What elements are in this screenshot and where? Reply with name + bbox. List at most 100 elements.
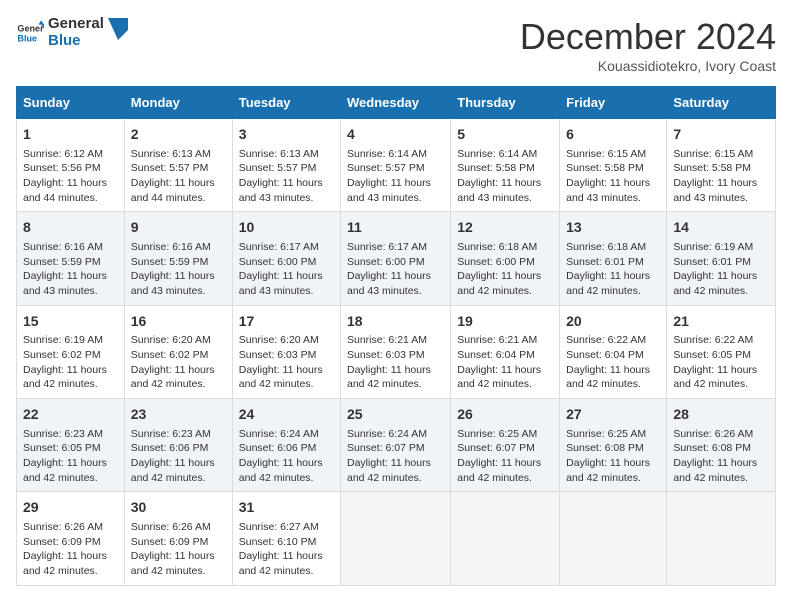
daylight-label: Daylight: 11 hours and 42 minutes. <box>23 457 107 484</box>
title-section: December 2024 Kouassidiotekro, Ivory Coa… <box>520 16 776 74</box>
calendar-cell: 29 Sunrise: 6:26 AM Sunset: 6:09 PM Dayl… <box>17 492 125 585</box>
day-number: 12 <box>457 218 553 238</box>
daylight-label: Daylight: 11 hours and 42 minutes. <box>23 550 107 577</box>
sunset-label: Sunset: 6:04 PM <box>566 349 644 361</box>
day-header-friday: Friday <box>560 87 667 119</box>
daylight-label: Daylight: 11 hours and 42 minutes. <box>239 457 323 484</box>
sunrise-label: Sunrise: 6:20 AM <box>239 334 319 346</box>
calendar-cell: 26 Sunrise: 6:25 AM Sunset: 6:07 PM Dayl… <box>451 399 560 492</box>
daylight-label: Daylight: 11 hours and 43 minutes. <box>347 177 431 204</box>
daylight-label: Daylight: 11 hours and 42 minutes. <box>457 364 541 391</box>
sunset-label: Sunset: 6:10 PM <box>239 536 317 548</box>
daylight-label: Daylight: 11 hours and 42 minutes. <box>673 364 757 391</box>
days-header-row: SundayMondayTuesdayWednesdayThursdayFrid… <box>17 87 776 119</box>
daylight-label: Daylight: 11 hours and 43 minutes. <box>347 270 431 297</box>
calendar-cell: 16 Sunrise: 6:20 AM Sunset: 6:02 PM Dayl… <box>124 305 232 398</box>
logo-arrow-icon <box>108 18 128 48</box>
sunset-label: Sunset: 6:09 PM <box>23 536 101 548</box>
sunrise-label: Sunrise: 6:15 AM <box>673 148 753 160</box>
sunset-label: Sunset: 6:06 PM <box>239 442 317 454</box>
daylight-label: Daylight: 11 hours and 42 minutes. <box>566 364 650 391</box>
sunrise-label: Sunrise: 6:24 AM <box>347 428 427 440</box>
sunset-label: Sunset: 6:01 PM <box>673 256 751 268</box>
sunset-label: Sunset: 6:02 PM <box>23 349 101 361</box>
week-row-4: 22 Sunrise: 6:23 AM Sunset: 6:05 PM Dayl… <box>17 399 776 492</box>
daylight-label: Daylight: 11 hours and 42 minutes. <box>457 457 541 484</box>
sunrise-label: Sunrise: 6:26 AM <box>23 521 103 533</box>
day-number: 22 <box>23 405 118 425</box>
sunset-label: Sunset: 6:00 PM <box>457 256 535 268</box>
sunset-label: Sunset: 6:00 PM <box>347 256 425 268</box>
sunrise-label: Sunrise: 6:12 AM <box>23 148 103 160</box>
sunset-label: Sunset: 6:08 PM <box>566 442 644 454</box>
sunrise-label: Sunrise: 6:16 AM <box>131 241 211 253</box>
logo-blue: Blue <box>48 33 104 50</box>
logo-general: General <box>48 16 104 33</box>
daylight-label: Daylight: 11 hours and 43 minutes. <box>673 177 757 204</box>
daylight-label: Daylight: 11 hours and 43 minutes. <box>131 270 215 297</box>
calendar-cell: 8 Sunrise: 6:16 AM Sunset: 5:59 PM Dayli… <box>17 212 125 305</box>
sunset-label: Sunset: 6:06 PM <box>131 442 209 454</box>
day-header-wednesday: Wednesday <box>341 87 451 119</box>
week-row-2: 8 Sunrise: 6:16 AM Sunset: 5:59 PM Dayli… <box>17 212 776 305</box>
day-number: 23 <box>131 405 226 425</box>
calendar-cell: 31 Sunrise: 6:27 AM Sunset: 6:10 PM Dayl… <box>232 492 340 585</box>
sunrise-label: Sunrise: 6:18 AM <box>457 241 537 253</box>
calendar-cell: 25 Sunrise: 6:24 AM Sunset: 6:07 PM Dayl… <box>341 399 451 492</box>
day-number: 3 <box>239 125 334 145</box>
day-header-sunday: Sunday <box>17 87 125 119</box>
sunrise-label: Sunrise: 6:18 AM <box>566 241 646 253</box>
daylight-label: Daylight: 11 hours and 42 minutes. <box>673 270 757 297</box>
sunset-label: Sunset: 6:02 PM <box>131 349 209 361</box>
calendar-cell: 10 Sunrise: 6:17 AM Sunset: 6:00 PM Dayl… <box>232 212 340 305</box>
day-number: 19 <box>457 312 553 332</box>
day-number: 14 <box>673 218 769 238</box>
calendar-cell: 11 Sunrise: 6:17 AM Sunset: 6:00 PM Dayl… <box>341 212 451 305</box>
calendar-cell: 5 Sunrise: 6:14 AM Sunset: 5:58 PM Dayli… <box>451 119 560 212</box>
daylight-label: Daylight: 11 hours and 43 minutes. <box>566 177 650 204</box>
day-header-thursday: Thursday <box>451 87 560 119</box>
calendar-cell: 28 Sunrise: 6:26 AM Sunset: 6:08 PM Dayl… <box>667 399 776 492</box>
calendar-cell: 19 Sunrise: 6:21 AM Sunset: 6:04 PM Dayl… <box>451 305 560 398</box>
sunset-label: Sunset: 5:59 PM <box>23 256 101 268</box>
sunrise-label: Sunrise: 6:25 AM <box>566 428 646 440</box>
calendar-cell: 17 Sunrise: 6:20 AM Sunset: 6:03 PM Dayl… <box>232 305 340 398</box>
calendar-cell: 23 Sunrise: 6:23 AM Sunset: 6:06 PM Dayl… <box>124 399 232 492</box>
calendar-cell: 13 Sunrise: 6:18 AM Sunset: 6:01 PM Dayl… <box>560 212 667 305</box>
day-number: 17 <box>239 312 334 332</box>
calendar-cell: 30 Sunrise: 6:26 AM Sunset: 6:09 PM Dayl… <box>124 492 232 585</box>
daylight-label: Daylight: 11 hours and 42 minutes. <box>239 550 323 577</box>
day-number: 31 <box>239 498 334 518</box>
sunrise-label: Sunrise: 6:16 AM <box>23 241 103 253</box>
logo-icon: General Blue <box>16 19 44 47</box>
day-number: 1 <box>23 125 118 145</box>
calendar-cell: 9 Sunrise: 6:16 AM Sunset: 5:59 PM Dayli… <box>124 212 232 305</box>
calendar-cell: 7 Sunrise: 6:15 AM Sunset: 5:58 PM Dayli… <box>667 119 776 212</box>
sunrise-label: Sunrise: 6:14 AM <box>457 148 537 160</box>
day-header-tuesday: Tuesday <box>232 87 340 119</box>
daylight-label: Daylight: 11 hours and 44 minutes. <box>23 177 107 204</box>
daylight-label: Daylight: 11 hours and 42 minutes. <box>131 364 215 391</box>
sunrise-label: Sunrise: 6:27 AM <box>239 521 319 533</box>
day-number: 2 <box>131 125 226 145</box>
sunset-label: Sunset: 5:58 PM <box>457 162 535 174</box>
sunset-label: Sunset: 5:57 PM <box>347 162 425 174</box>
week-row-5: 29 Sunrise: 6:26 AM Sunset: 6:09 PM Dayl… <box>17 492 776 585</box>
calendar-cell <box>560 492 667 585</box>
sunrise-label: Sunrise: 6:22 AM <box>673 334 753 346</box>
calendar-cell: 14 Sunrise: 6:19 AM Sunset: 6:01 PM Dayl… <box>667 212 776 305</box>
logo: General Blue General Blue <box>16 16 128 49</box>
sunrise-label: Sunrise: 6:26 AM <box>131 521 211 533</box>
sunset-label: Sunset: 6:01 PM <box>566 256 644 268</box>
daylight-label: Daylight: 11 hours and 42 minutes. <box>566 270 650 297</box>
calendar-cell: 20 Sunrise: 6:22 AM Sunset: 6:04 PM Dayl… <box>560 305 667 398</box>
calendar-cell: 15 Sunrise: 6:19 AM Sunset: 6:02 PM Dayl… <box>17 305 125 398</box>
sunrise-label: Sunrise: 6:13 AM <box>131 148 211 160</box>
day-number: 16 <box>131 312 226 332</box>
location-subtitle: Kouassidiotekro, Ivory Coast <box>520 58 776 74</box>
daylight-label: Daylight: 11 hours and 42 minutes. <box>566 457 650 484</box>
sunrise-label: Sunrise: 6:22 AM <box>566 334 646 346</box>
day-number: 6 <box>566 125 660 145</box>
daylight-label: Daylight: 11 hours and 42 minutes. <box>131 457 215 484</box>
calendar-cell: 24 Sunrise: 6:24 AM Sunset: 6:06 PM Dayl… <box>232 399 340 492</box>
